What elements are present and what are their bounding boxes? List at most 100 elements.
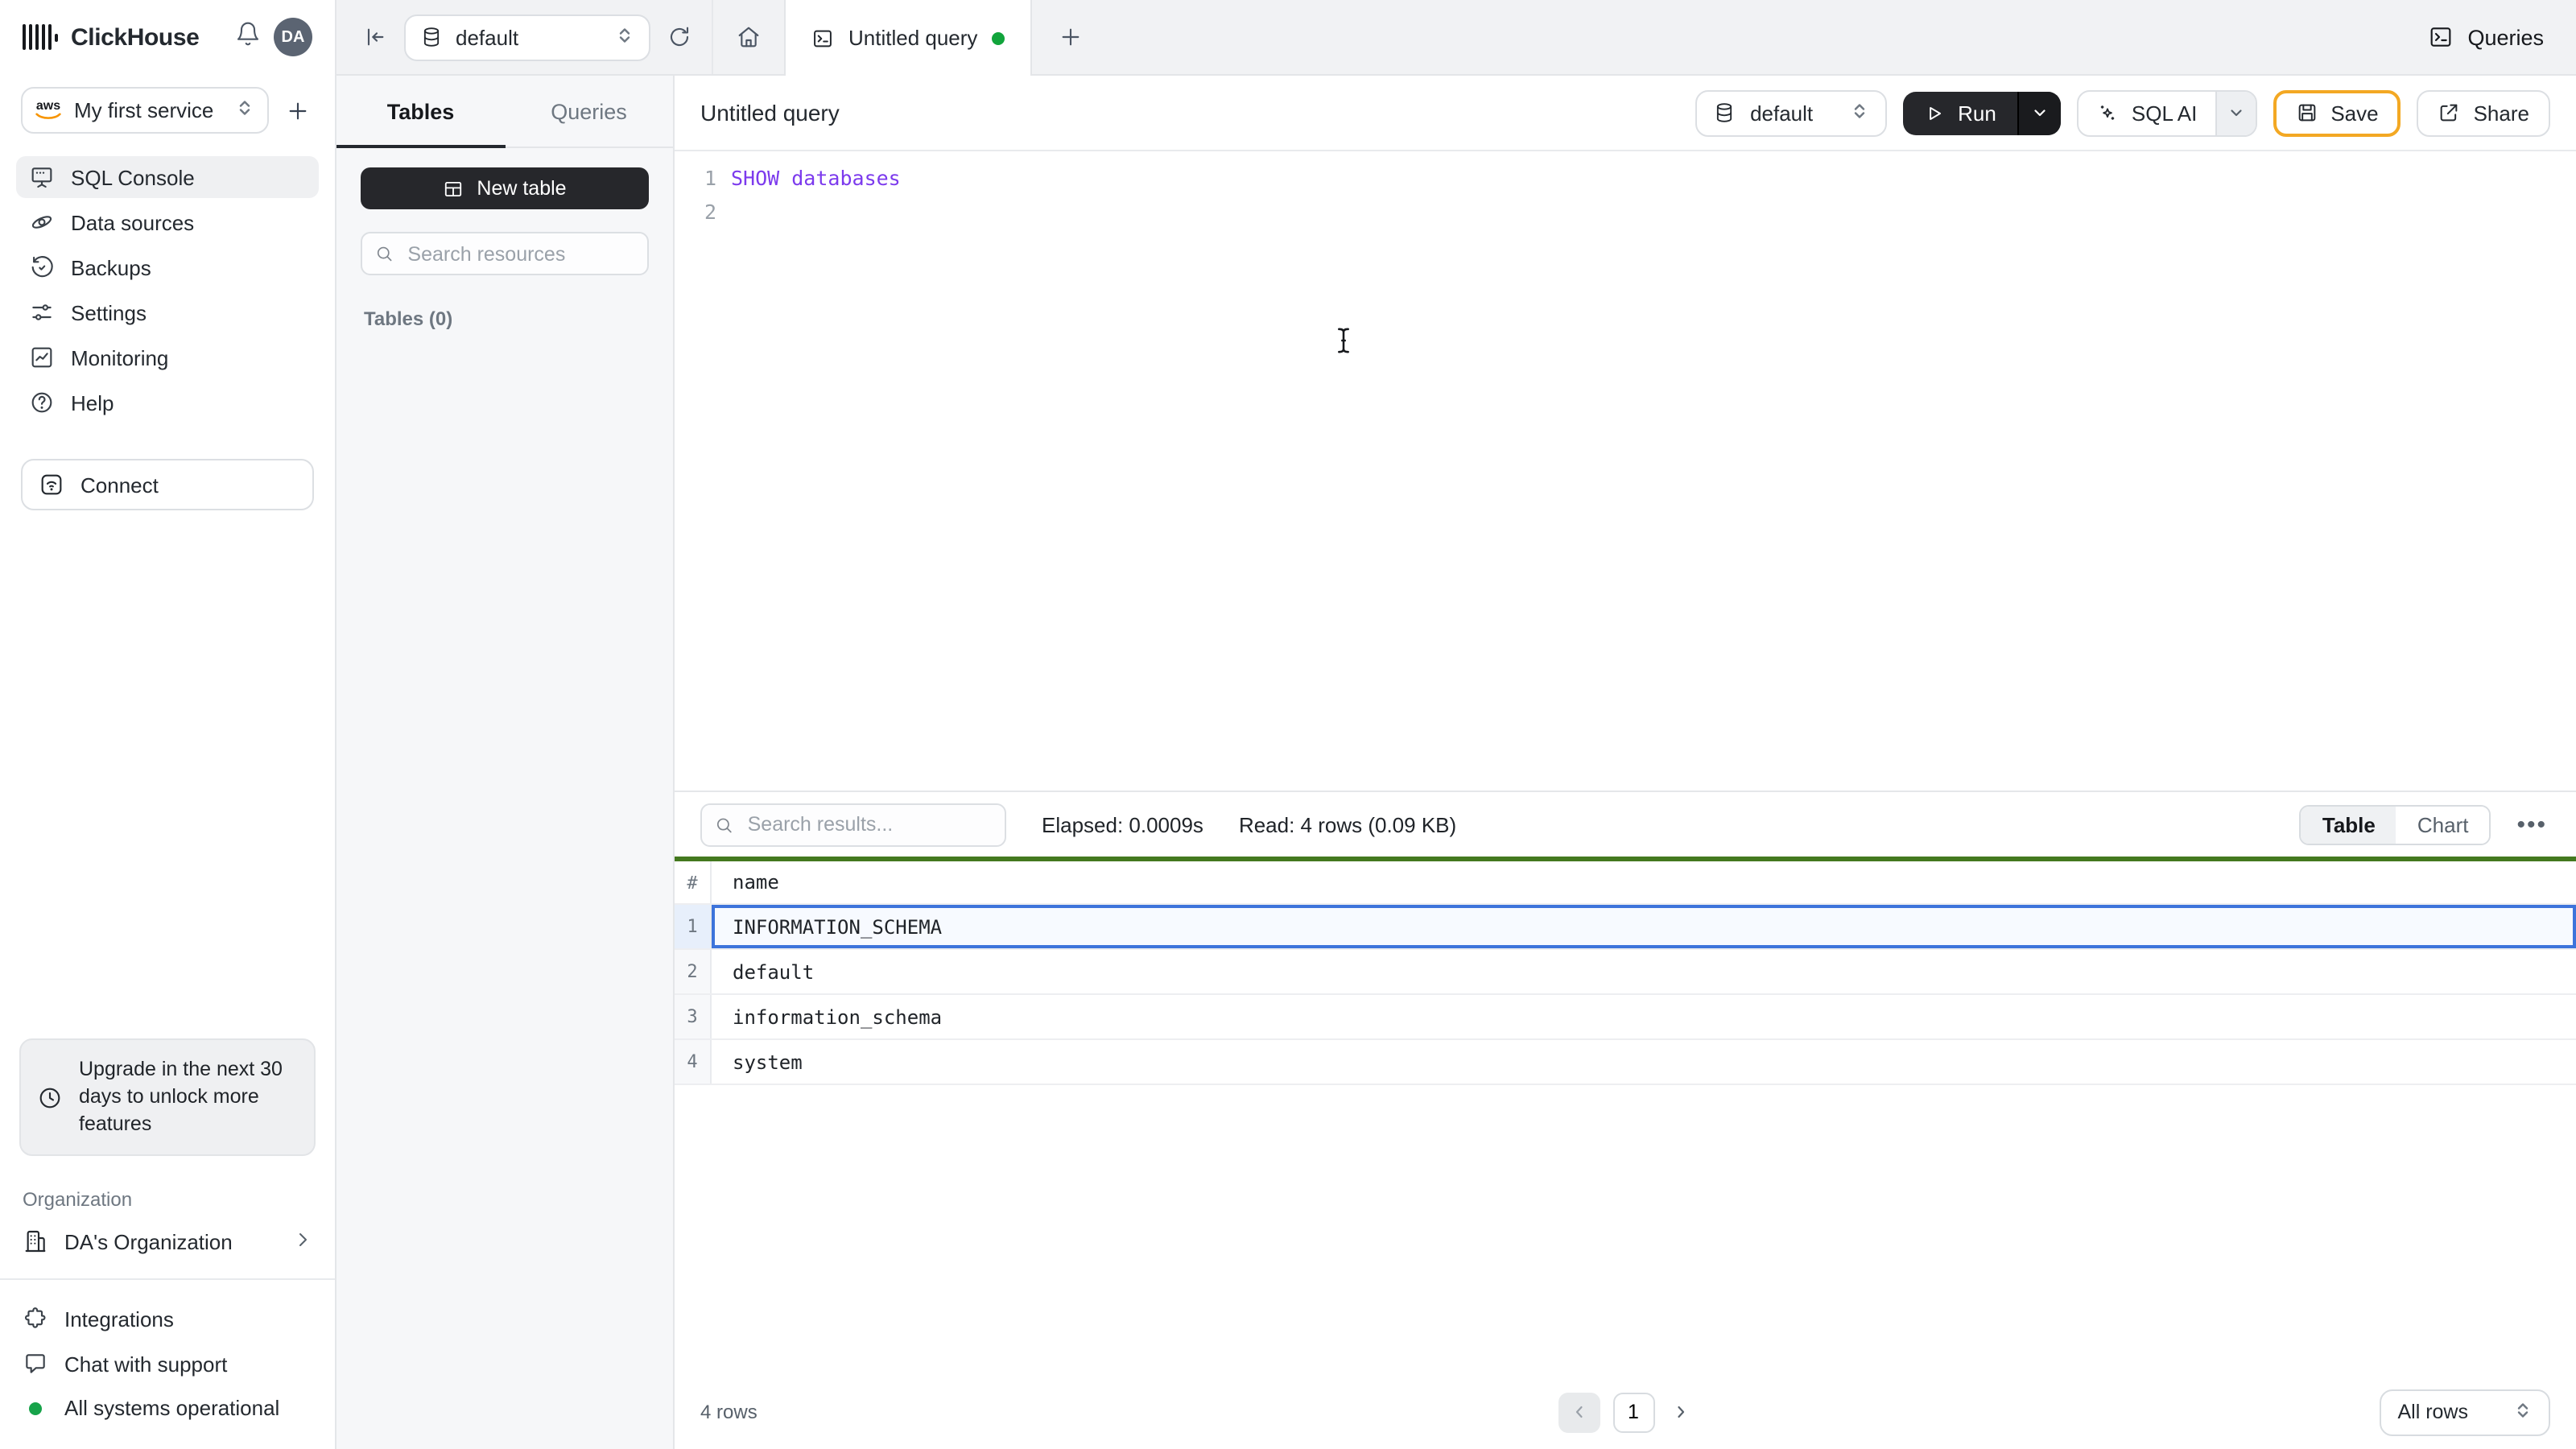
sql-console-icon [31,167,52,188]
line-number: 2 [704,200,716,224]
tab-untitled-query[interactable]: Untitled query [784,0,1033,76]
column-header-index: # [675,861,712,903]
refresh-button[interactable] [663,21,696,53]
new-table-button[interactable]: New table [361,167,649,209]
table-row[interactable]: 4 system [675,1040,2576,1085]
save-button[interactable]: Save [2273,89,2401,136]
column-header-name[interactable]: name [712,861,2576,903]
sidebar-item-data-sources[interactable]: Data sources [16,201,319,243]
connect-wifi-icon [41,474,62,495]
service-selector[interactable]: aws My first service [21,87,269,134]
elapsed-stat: Elapsed: 0.0009s [1042,812,1203,836]
tab-queries[interactable]: Queries [505,76,673,147]
play-icon [1930,105,1942,120]
prev-page-button[interactable] [1558,1392,1600,1432]
add-service-button[interactable] [282,94,314,126]
organization-row[interactable]: DA's Organization [0,1217,335,1265]
connect-button[interactable]: Connect [21,459,314,510]
sidebar-item-settings[interactable]: Settings [16,291,319,333]
sidebar-item-label: Monitoring [71,345,169,369]
row-number: 4 [675,1040,712,1084]
sql-ai-button[interactable]: SQL AI [2079,91,2215,134]
page-size-selector[interactable]: All rows [2380,1389,2550,1435]
sql-editor[interactable]: 1 SHOW databases 2 [675,151,2576,791]
save-floppy-icon [2297,104,2315,122]
row-name-cell[interactable]: INFORMATION_SCHEMA [712,905,2576,948]
page-number-button[interactable]: 1 [1612,1392,1654,1432]
sidebar-item-sql-console[interactable]: SQL Console [16,156,319,198]
share-label: Share [2473,101,2529,125]
tab-tables[interactable]: Tables [336,76,505,147]
content-row: Tables Queries New table Tables (0) Unti… [336,76,2576,1449]
database-icon [423,27,440,47]
row-number: 1 [675,905,712,948]
row-name-cell[interactable]: default [712,950,2576,993]
sidebar-item-label: Help [71,390,114,415]
brand-title: ClickHouse [71,23,200,51]
aws-icon: aws [35,99,61,121]
table-row[interactable]: 1 INFORMATION_SCHEMA [675,905,2576,950]
chevron-right-icon [293,1229,312,1253]
run-options-button[interactable] [2017,91,2061,134]
user-avatar[interactable]: DA [274,18,312,56]
terminal-icon [814,29,832,47]
queries-label: Queries [2467,25,2544,49]
save-label: Save [2330,101,2379,125]
notifications-bell-icon[interactable] [235,20,261,54]
view-chart-button[interactable]: Chart [2396,806,2490,843]
home-icon [738,27,759,47]
row-name-cell[interactable]: system [712,1040,2576,1084]
database-selector-value: default [456,25,519,49]
sidebar-item-monitoring[interactable]: Monitoring [16,336,319,378]
footer-item-label: Chat with support [64,1352,228,1376]
query-database-selector[interactable]: default [1695,89,1888,136]
tabbar-left-cluster: default [336,0,713,74]
tab-title: Untitled query [848,26,978,50]
integrations-link[interactable]: Integrations [23,1299,312,1338]
chevron-right-icon [1677,1406,1684,1418]
search-icon [377,246,392,262]
table-row[interactable]: 3 information_schema [675,995,2576,1040]
home-wrap [713,0,784,74]
row-name-cell[interactable]: information_schema [712,995,2576,1038]
sidebar-item-label: Backups [71,255,151,279]
line-number: 1 [704,166,716,190]
chevron-left-icon [1575,1406,1582,1418]
next-page-button[interactable] [1667,1399,1693,1425]
sidebar-bottom: Upgrade in the next 30 days to unlock mo… [0,1038,335,1449]
resource-search[interactable] [361,232,649,275]
results-toolbar: Elapsed: 0.0009s Read: 4 rows (0.09 KB) … [675,792,2576,857]
query-title[interactable]: Untitled query [700,100,840,126]
sidebar-item-backups[interactable]: Backups [16,246,319,288]
sql-ai-options-button[interactable] [2215,91,2256,134]
service-name: My first service [74,98,214,122]
sidebar-item-help[interactable]: Help [16,382,319,423]
results-search[interactable] [700,803,1006,846]
upgrade-text: Upgrade in the next 30 days to unlock mo… [79,1058,283,1136]
results-more-button[interactable]: ••• [2513,809,2550,840]
data-sources-icon [31,216,52,229]
sidebar-item-label: SQL Console [71,165,195,189]
results-table: # name 1 INFORMATION_SCHEMA 2 default 3 … [675,861,2576,1085]
new-tab-button[interactable] [1032,0,1109,74]
home-button[interactable] [733,21,765,53]
view-table-button[interactable]: Table [2301,806,2396,843]
pagination: 1 [1558,1392,1693,1432]
database-selector[interactable]: default [404,14,650,60]
run-label: Run [1958,101,1996,125]
results-search-input[interactable] [744,811,992,837]
share-button[interactable]: Share [2417,89,2550,136]
table-row[interactable]: 2 default [675,950,2576,995]
run-button[interactable]: Run [1903,91,2017,134]
service-row: aws My first service [0,74,335,150]
collapse-panel-button[interactable] [359,21,391,53]
code-line: 2 [675,195,2576,229]
queries-button[interactable]: Queries [2395,0,2576,74]
resource-search-input[interactable] [404,241,634,266]
results-view-controls: Table Chart ••• [2299,804,2550,844]
system-status[interactable]: All systems operational [23,1389,312,1426]
upgrade-notice[interactable]: Upgrade in the next 30 days to unlock mo… [19,1038,316,1156]
chat-support-link[interactable]: Chat with support [23,1344,312,1383]
results-footer: 4 rows 1 All rows [675,1375,2576,1449]
